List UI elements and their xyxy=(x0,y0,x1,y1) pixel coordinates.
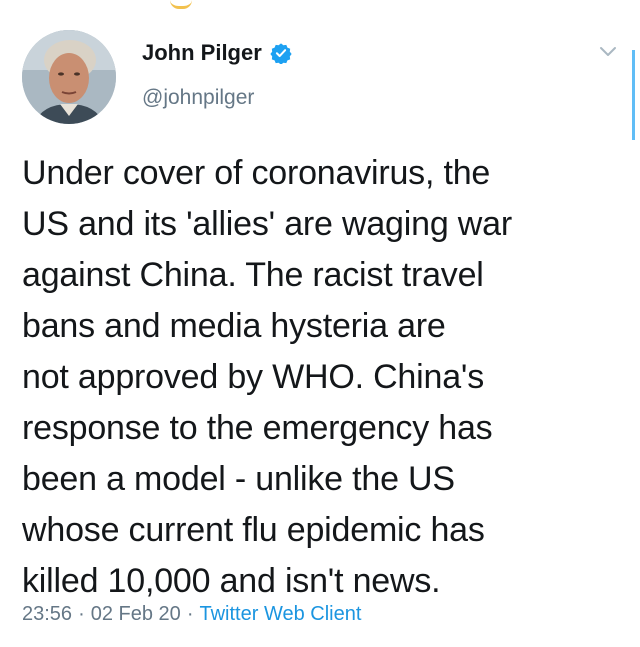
author-name-row[interactable]: John Pilger xyxy=(142,40,292,66)
tweet-text-line: whose current flu epidemic has xyxy=(22,511,485,549)
tweet-metadata: 23:56 · 02 Feb 20 · Twitter Web Client xyxy=(22,603,361,626)
separator: · xyxy=(78,603,85,625)
tweet-text-line: response to the emergency has xyxy=(22,409,493,447)
tweet-card: John Pilger @johnpilger Under cover of c… xyxy=(0,0,640,647)
tweet-text-line: Under cover of coronavirus, the xyxy=(22,154,491,192)
tweet-text: Under cover of coronavirus, the US and i… xyxy=(22,148,622,607)
separator: · xyxy=(186,603,194,625)
decorative-emoji-fragment xyxy=(170,0,192,9)
scrollbar[interactable] xyxy=(632,50,635,140)
avatar[interactable] xyxy=(22,30,116,124)
tweet-time[interactable]: 23:56 xyxy=(22,603,72,625)
tweet-text-line: against China. The racist travel xyxy=(22,256,484,294)
tweet-text-line: killed 10,000 and isn't news. xyxy=(22,562,441,600)
verified-badge-icon xyxy=(270,42,292,65)
tweet-client-link[interactable]: Twitter Web Client xyxy=(199,603,361,625)
tweet-text-line: not approved by WHO. China's xyxy=(22,358,484,396)
tweet-text-line: been a model - unlike the US xyxy=(22,460,455,498)
tweet-text-line: US and its 'allies' are waging war xyxy=(22,205,512,243)
author-handle[interactable]: @johnpilger xyxy=(142,86,254,110)
chevron-down-icon[interactable] xyxy=(596,40,620,64)
tweet-date[interactable]: 02 Feb 20 xyxy=(91,603,181,625)
tweet-text-line: bans and media hysteria are xyxy=(22,307,446,345)
avatar-photo xyxy=(22,30,116,124)
author-display-name[interactable]: John Pilger xyxy=(142,40,262,66)
